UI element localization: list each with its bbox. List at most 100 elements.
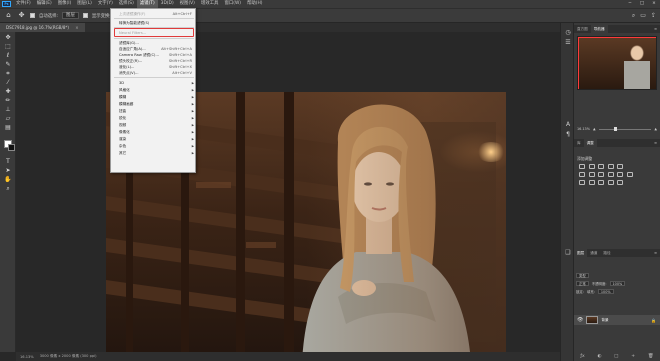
threshold-icon[interactable] [598, 180, 604, 185]
brush-tool-icon[interactable]: ✏ [3, 97, 13, 104]
lasso-tool-icon[interactable]: ℓ [3, 52, 13, 59]
tab-channels[interactable]: 通道 [587, 249, 600, 257]
add-adjustment-layer-icon[interactable]: ◐ [597, 354, 601, 359]
menu-item-vanishing-point[interactable]: 消失点(V)... Alt+Ctrl+V [111, 70, 197, 76]
color-lookup-icon[interactable] [626, 172, 633, 177]
menu-item-last-filter[interactable]: 上次滤镜操作(F) Alt+Ctrl+F [111, 11, 197, 17]
status-zoom[interactable]: 16.13% [20, 355, 34, 359]
blend-mode-dropdown[interactable]: 正常 [576, 280, 589, 286]
levels-icon[interactable] [588, 164, 595, 169]
quick-select-tool-icon[interactable]: ✎ [3, 61, 13, 68]
type-tool-icon[interactable]: T [3, 158, 13, 165]
new-layer-icon[interactable]: + [631, 354, 635, 359]
panel-menu-icon[interactable]: ≡ [651, 25, 660, 33]
eyedropper-tool-icon[interactable]: ⁄ [3, 79, 13, 86]
menu-item-blur[interactable]: 模糊 ▶ [111, 94, 197, 100]
marquee-tool-icon[interactable]: ⬚ [3, 43, 13, 50]
layer-select-dropdown[interactable]: 图层 [62, 12, 79, 19]
menu-select[interactable]: 选择(S) [116, 0, 137, 8]
menu-help[interactable]: 帮助(H) [244, 0, 266, 8]
tab-layers[interactable]: 图层 [574, 249, 588, 257]
menu-view[interactable]: 视图(V) [177, 0, 198, 8]
layer-row-background[interactable]: 👁 背景 🔒 [574, 315, 660, 325]
maximize-button[interactable]: □ [636, 0, 648, 8]
new-group-icon[interactable]: □ [614, 354, 618, 359]
menu-item-noise[interactable]: 杂色 ▶ [111, 143, 197, 149]
minimize-button[interactable]: − [624, 0, 636, 8]
menu-item-other[interactable]: 其它 ▶ [111, 150, 197, 156]
menu-item-distort[interactable]: 扭曲 ▶ [111, 108, 197, 114]
posterize-icon[interactable] [588, 180, 595, 185]
gradient-tool-icon[interactable]: ▤ [3, 124, 13, 131]
color-balance-icon[interactable] [588, 172, 595, 177]
menu-layer[interactable]: 图层(L) [74, 0, 95, 8]
navigator-view-box[interactable] [578, 37, 656, 89]
search-icon[interactable]: ⌕ [632, 12, 635, 20]
move-tool-icon[interactable]: ✥ [17, 11, 26, 20]
workspace-icon[interactable]: ▭ [640, 12, 646, 20]
menu-item-blur-gallery[interactable]: 模糊画廊 ▶ [111, 101, 197, 107]
home-icon[interactable]: ⌂ [4, 11, 13, 20]
menu-edit[interactable]: 编辑(E) [34, 0, 55, 8]
zoom-out-icon[interactable]: ▲ [593, 127, 596, 131]
layers-dock-icon[interactable]: ❑ [564, 249, 572, 256]
zoom-tool-icon[interactable]: ⌕ [3, 185, 13, 192]
invert-icon[interactable] [579, 180, 585, 185]
close-tab-icon[interactable]: × [75, 25, 78, 30]
paragraph-icon[interactable]: ¶ [564, 131, 572, 138]
close-window-button[interactable]: × [648, 0, 660, 8]
path-select-tool-icon[interactable]: ➤ [3, 167, 13, 174]
channel-mixer-icon[interactable] [617, 172, 623, 177]
canvas-area[interactable] [16, 32, 560, 361]
panel-menu-icon[interactable]: ≡ [651, 249, 660, 257]
auto-select-checkbox[interactable] [30, 13, 35, 18]
menu-item-stylize[interactable]: 风格化 ▶ [111, 87, 197, 93]
photo-filter-icon[interactable] [607, 172, 614, 177]
menu-item-video[interactable]: 视频 ▶ [111, 122, 197, 128]
brightness-contrast-icon[interactable] [579, 164, 585, 169]
black-white-icon[interactable] [598, 172, 604, 177]
menu-item-pixelate[interactable]: 像素化 ▶ [111, 129, 197, 135]
tab-paths[interactable]: 路径 [600, 249, 613, 257]
vibrance-icon[interactable] [617, 164, 623, 169]
photoshop-logo-icon[interactable]: Ps [2, 1, 11, 7]
stamp-tool-icon[interactable]: ⊥ [3, 106, 13, 113]
selective-color-icon[interactable] [617, 180, 623, 185]
navigator-zoom-value[interactable]: 16.13% [577, 127, 590, 131]
menu-filter[interactable]: 滤镜(T) [136, 0, 158, 8]
show-transform-checkbox[interactable] [82, 13, 88, 18]
exposure-icon[interactable] [607, 164, 614, 169]
share-icon[interactable]: ⇪ [651, 12, 656, 20]
delete-layer-icon[interactable]: 🗑 [648, 354, 654, 359]
gradient-map-icon[interactable] [607, 180, 614, 185]
menu-window[interactable]: 窗口(W) [221, 0, 244, 8]
hue-saturation-icon[interactable] [579, 172, 585, 177]
character-icon[interactable]: A [564, 121, 572, 128]
tab-adjustments[interactable]: 调整 [583, 139, 597, 147]
tab-histogram[interactable]: 直方图 [574, 25, 591, 33]
fill-field[interactable]: 100% [597, 288, 614, 294]
menu-item-sharpen[interactable]: 锐化 ▶ [111, 115, 197, 121]
visibility-eye-icon[interactable]: 👁 [577, 317, 583, 323]
crop-tool-icon[interactable]: ⌗ [3, 70, 13, 77]
eraser-tool-icon[interactable]: ▱ [3, 115, 13, 122]
layer-kind-filter[interactable]: 类型 [576, 272, 589, 278]
menu-3d[interactable]: 3D(D) [158, 0, 177, 8]
hand-tool-icon[interactable]: ✋ [3, 176, 13, 183]
tab-libraries[interactable]: 库 [574, 139, 584, 147]
opacity-field[interactable]: 100% [609, 280, 626, 286]
menu-file[interactable]: 文件(F) [13, 0, 34, 8]
curves-icon[interactable] [598, 164, 604, 169]
add-style-icon[interactable]: ƒx [580, 354, 584, 359]
menu-plugins[interactable]: 增效工具 [198, 0, 222, 8]
menu-image[interactable]: 图像(I) [55, 0, 75, 8]
navigator-zoom-slider[interactable] [598, 126, 652, 131]
menu-item-render[interactable]: 渲染 ▶ [111, 136, 197, 142]
background-color-swatch[interactable] [8, 144, 15, 151]
menu-item-convert-smart-filter[interactable]: 转换为智能滤镜(S) [111, 20, 197, 26]
navigator-zoom-thumb[interactable] [614, 126, 618, 131]
document-tab[interactable]: DSC7918.jpg @ 16.7%(RGB/8*) × [0, 23, 85, 32]
panel-menu-icon[interactable]: ≡ [651, 139, 660, 147]
history-icon[interactable]: ◷ [564, 29, 572, 36]
menu-type[interactable]: 文字(Y) [95, 0, 116, 8]
